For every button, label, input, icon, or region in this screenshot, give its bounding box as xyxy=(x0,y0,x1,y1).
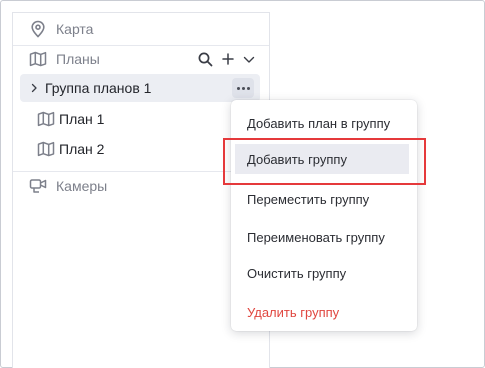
plan-label: План 1 xyxy=(59,111,105,127)
menu-item-label: Удалить группу xyxy=(247,304,340,320)
plans-header-label: Планы xyxy=(56,51,100,67)
menu-item-label: Очистить группу xyxy=(247,265,347,281)
menu-item-label: Переместить группу xyxy=(247,191,370,207)
context-menu: Добавить план в группу Добавить группу П… xyxy=(231,100,417,331)
location-pin-icon xyxy=(29,20,47,38)
more-dots-icon xyxy=(236,86,250,90)
menu-item-label: Переименовать группу xyxy=(247,229,385,245)
map-icon xyxy=(37,110,55,128)
map-icon xyxy=(29,50,47,68)
chevron-right-icon[interactable] xyxy=(28,82,40,94)
sidebar-item-map[interactable]: Карта xyxy=(13,15,269,43)
plan-group-label: Группа планов 1 xyxy=(45,80,152,96)
menu-item-rename-group[interactable]: Переименовать группу xyxy=(231,222,417,252)
menu-item-delete-group[interactable]: Удалить группу xyxy=(231,297,417,327)
menu-item-add-plan-to-group[interactable]: Добавить план в группу xyxy=(231,108,417,138)
map-icon xyxy=(37,140,55,158)
plan-label: План 2 xyxy=(59,141,105,157)
menu-item-move-group[interactable]: Переместить группу xyxy=(231,184,417,214)
menu-item-clear-group[interactable]: Очистить группу xyxy=(231,258,417,288)
more-options-button[interactable] xyxy=(232,78,254,98)
chevron-down-icon[interactable] xyxy=(242,53,256,67)
sidebar-item-label: Карта xyxy=(56,21,94,37)
plan-group-row[interactable]: Группа планов 1 xyxy=(20,74,260,102)
menu-item-label: Добавить план в группу xyxy=(247,115,391,131)
search-icon[interactable] xyxy=(197,51,213,67)
camera-icon xyxy=(29,177,49,195)
plus-icon[interactable] xyxy=(221,52,235,66)
sidebar-item-label: Камеры xyxy=(56,178,108,194)
highlight-annotation xyxy=(223,138,426,185)
